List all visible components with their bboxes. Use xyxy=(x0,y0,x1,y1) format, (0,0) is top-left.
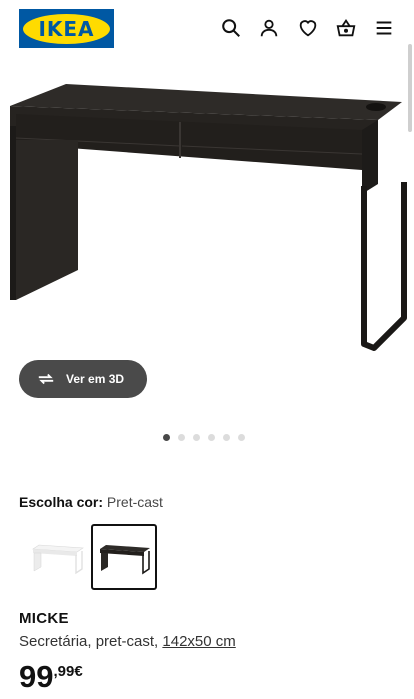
basket-icon[interactable] xyxy=(333,15,359,41)
swatch-black-brown[interactable] xyxy=(91,524,157,590)
heart-icon[interactable] xyxy=(295,15,321,41)
pagination-dot-3[interactable] xyxy=(193,434,200,441)
product-image[interactable] xyxy=(0,62,414,362)
price-integer: 99 xyxy=(19,659,54,694)
color-value: Pret-cast xyxy=(106,494,163,510)
swatch-white[interactable] xyxy=(24,524,90,590)
product-type: Secretária, pret-cast, xyxy=(19,633,163,650)
menu-icon[interactable] xyxy=(371,15,397,41)
user-icon[interactable] xyxy=(256,15,282,41)
logo-text: IKEA xyxy=(23,13,110,44)
product-name: MICKE xyxy=(19,610,69,627)
ikea-logo[interactable]: IKEA xyxy=(19,9,114,48)
product-price: 99 ,99€ xyxy=(19,660,83,694)
pagination-dot-1[interactable] xyxy=(163,434,170,441)
price-decimal: ,99€ xyxy=(53,663,83,680)
product-description: Secretária, pret-cast, 142x50 cm xyxy=(19,633,236,650)
view-in-3d-button[interactable]: Ver em 3D xyxy=(19,360,147,398)
pagination-dot-2[interactable] xyxy=(178,434,185,441)
image-pagination xyxy=(163,434,245,441)
product-dimensions-link[interactable]: 142x50 cm xyxy=(162,633,235,650)
pagination-dot-5[interactable] xyxy=(223,434,230,441)
pagination-dot-4[interactable] xyxy=(208,434,215,441)
3d-rotate-icon xyxy=(38,373,54,385)
pagination-dot-6[interactable] xyxy=(238,434,245,441)
view-in-3d-label: Ver em 3D xyxy=(66,372,125,386)
color-label: Escolha cor: xyxy=(19,494,104,510)
color-selector-heading: Escolha cor: Pret-cast xyxy=(19,494,163,510)
site-header: IKEA xyxy=(0,0,414,58)
search-icon[interactable] xyxy=(218,15,244,41)
